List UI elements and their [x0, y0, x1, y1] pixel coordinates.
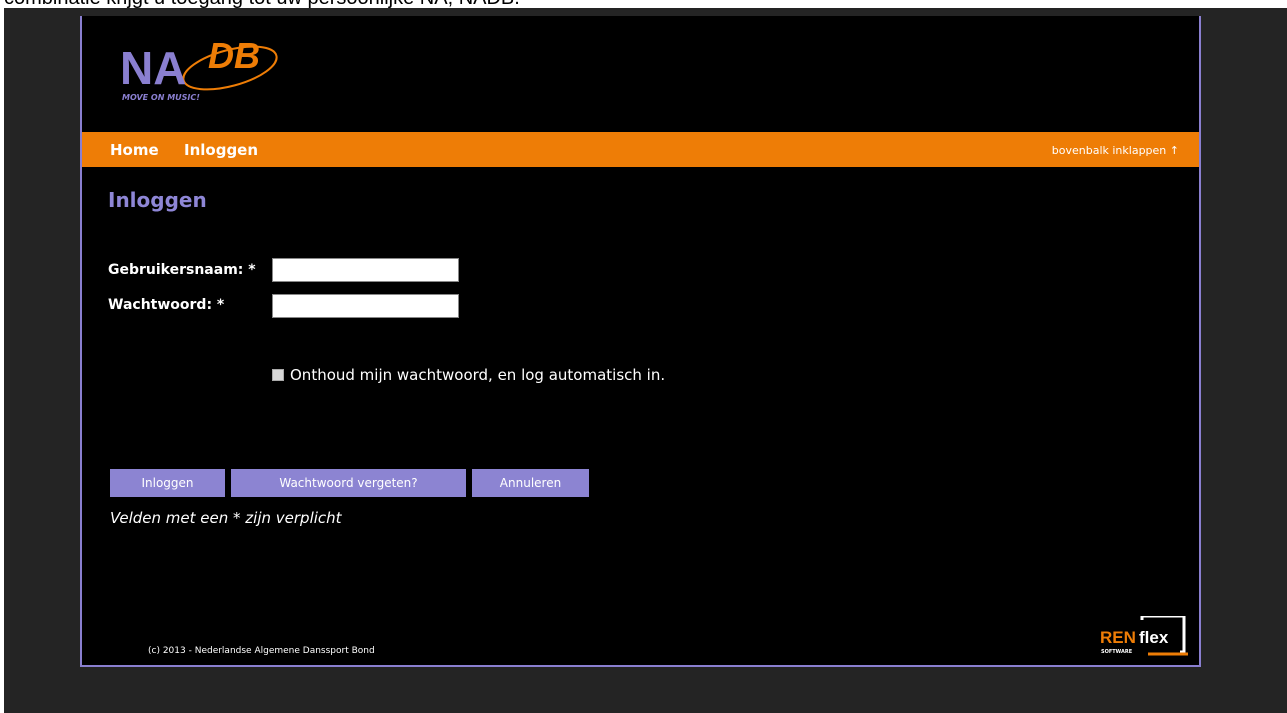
required-fields-note: Velden met een * zijn verplicht: [110, 509, 342, 527]
cancel-button[interactable]: Annuleren: [472, 469, 589, 497]
password-label: Wachtwoord: *: [108, 297, 225, 313]
footer-copyright: (c) 2013 - Nederlandse Algemene Dansspor…: [148, 646, 375, 656]
renflex-logo: REN flex SOFTWARE: [1100, 616, 1188, 656]
nadb-logo: NA DB MOVE ON MUSIC!: [120, 35, 278, 102]
page-title: Inloggen: [108, 188, 207, 212]
remember-me-label[interactable]: Onthoud mijn wachtwoord, en log automati…: [290, 366, 665, 384]
forgot-password-button[interactable]: Wachtwoord vergeten?: [231, 469, 466, 497]
main-panel: NA DB MOVE ON MUSIC! Home Inloggen boven…: [80, 16, 1201, 667]
renflex-logo-sub: SOFTWARE: [1101, 649, 1133, 655]
remember-me-row: Onthoud mijn wachtwoord, en log automati…: [272, 366, 665, 384]
username-input[interactable]: [272, 258, 459, 282]
logo-tagline: MOVE ON MUSIC!: [122, 93, 200, 102]
top-nav-bar: Home Inloggen bovenbalk inklappen ↑: [82, 132, 1199, 167]
renflex-logo-right: flex: [1139, 628, 1169, 647]
login-button[interactable]: Inloggen: [110, 469, 225, 497]
page-background: NA DB MOVE ON MUSIC! Home Inloggen boven…: [4, 8, 1287, 713]
username-label: Gebruikersnaam: *: [108, 262, 256, 278]
collapse-header-link[interactable]: bovenbalk inklappen ↑: [1052, 144, 1179, 157]
nav-home[interactable]: Home: [110, 141, 159, 159]
logo-brand-right: DB: [208, 35, 260, 76]
password-input[interactable]: [272, 294, 459, 318]
page-intro-text: combinatie krijgt u toegang tot uw perso…: [4, 0, 520, 8]
logo-brand-left: NA: [120, 42, 186, 94]
nav-inloggen[interactable]: Inloggen: [184, 141, 258, 159]
renflex-logo-left: REN: [1100, 628, 1136, 647]
remember-me-checkbox[interactable]: [272, 369, 284, 381]
